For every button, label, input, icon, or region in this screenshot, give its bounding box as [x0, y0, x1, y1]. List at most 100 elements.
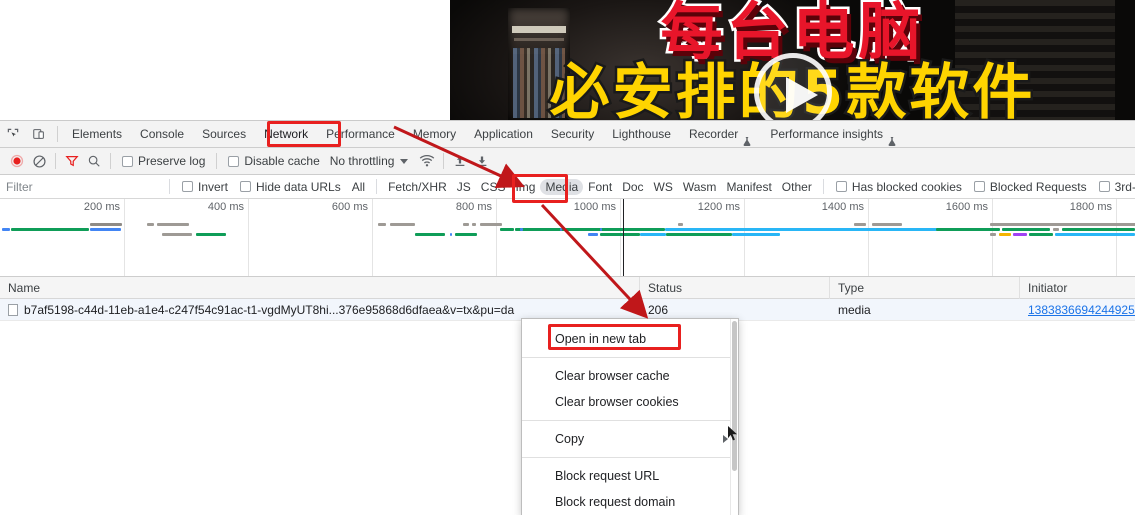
menu-item-copy[interactable]: Copy — [522, 426, 738, 452]
menu-item-block-request-url[interactable]: Block request URL — [522, 463, 738, 489]
tick-label-4: 1000 ms — [573, 201, 616, 213]
filter-type-doc[interactable]: Doc — [617, 179, 648, 195]
has-blocked-cookies-checkbox[interactable]: Has blocked cookies — [835, 179, 962, 194]
record-icon[interactable] — [6, 150, 28, 172]
tick-label-3: 800 ms — [455, 201, 492, 213]
tick-label-0: 200 ms — [83, 201, 120, 213]
filter-type-wasm[interactable]: Wasm — [678, 179, 722, 195]
cell-name-text: b7af5198-c44d-11eb-a1e4-c247f54c91ac-t1-… — [24, 302, 515, 317]
blocked-requests-box[interactable] — [973, 181, 985, 192]
filter-type-fetch-xhr[interactable]: Fetch/XHR — [383, 179, 452, 195]
hide-data-urls-checkbox[interactable]: Hide data URLs — [240, 180, 341, 194]
tab-elements-label: Elements — [72, 127, 123, 141]
wifi-icon[interactable] — [416, 150, 438, 172]
preserve-log-checkbox[interactable]: Preserve log — [122, 154, 205, 168]
tab-recorder[interactable]: Recorder — [680, 121, 761, 147]
network-filter-bar: Invert Hide data URLs All Fetch/XHR JS C… — [0, 175, 1135, 199]
tab-lighthouse[interactable]: Lighthouse — [603, 121, 680, 147]
cell-initiator[interactable]: 13838366942449254 — [1020, 299, 1135, 321]
filter-type-js[interactable]: JS — [452, 179, 476, 195]
chevron-down-icon — [400, 158, 409, 164]
tick-label-1: 400 ms — [207, 201, 244, 213]
cell-type: media — [838, 302, 871, 317]
blocked-requests-checkbox[interactable]: Blocked Requests — [973, 179, 1087, 194]
tab-application[interactable]: Application — [465, 121, 542, 147]
timeline-ruler: 200 ms 400 ms 600 ms 800 ms 1000 ms 1200… — [0, 199, 1135, 276]
third-party-requests-box[interactable] — [1098, 181, 1110, 192]
throttling-dropdown[interactable]: No throttling — [330, 154, 409, 168]
filter-type-img[interactable]: Img — [510, 179, 540, 195]
disable-cache-box[interactable] — [228, 155, 240, 167]
inspect-element-icon[interactable] — [0, 121, 26, 147]
preserve-log-label: Preserve log — [138, 154, 206, 168]
tab-console[interactable]: Console — [131, 121, 193, 147]
column-header-name[interactable]: Name — [0, 276, 640, 299]
tab-performance-insights-label: Performance insights — [770, 127, 884, 141]
filter-type-media[interactable]: Media — [540, 178, 584, 195]
menu-item-block-request-domain[interactable]: Block request domain — [522, 489, 738, 515]
column-header-status[interactable]: Status — [640, 276, 830, 299]
menu-separator-2 — [522, 420, 738, 421]
tab-security-label: Security — [550, 127, 595, 141]
filter-type-other[interactable]: Other — [777, 179, 817, 195]
tab-console-label: Console — [140, 127, 185, 141]
filter-type-all[interactable]: All — [347, 179, 370, 195]
filter-input[interactable] — [0, 175, 163, 198]
screenshot-root: 每台电脑 必安排的5款软件 Elements Console Sources N… — [0, 0, 1135, 515]
clear-icon[interactable] — [28, 150, 50, 172]
has-blocked-cookies-box[interactable] — [835, 181, 847, 192]
throttling-label: No throttling — [329, 154, 395, 168]
menu-separator-1 — [522, 357, 738, 358]
tab-sources[interactable]: Sources — [193, 121, 255, 147]
tab-recorder-label: Recorder — [688, 127, 739, 141]
tab-memory[interactable]: Memory — [404, 121, 465, 147]
tab-elements[interactable]: Elements — [63, 121, 131, 147]
tick-label-7: 1600 ms — [945, 201, 988, 213]
hide-data-urls-box[interactable] — [240, 181, 252, 192]
device-toolbar-icon[interactable] — [26, 121, 52, 147]
upload-icon[interactable] — [449, 150, 471, 172]
tab-application-label: Application — [474, 127, 533, 141]
context-menu[interactable]: Open in new tab Clear browser cache Clea… — [521, 318, 739, 515]
video-player[interactable]: 每台电脑 必安排的5款软件 — [450, 0, 1135, 120]
column-header-type[interactable]: Type — [830, 276, 1020, 299]
third-party-requests-checkbox[interactable]: 3rd-party r — [1098, 180, 1135, 194]
menu-item-clear-browser-cookies[interactable]: Clear browser cookies — [522, 389, 738, 415]
media-file-icon — [8, 303, 18, 316]
invert-box[interactable] — [182, 181, 193, 192]
disable-cache-checkbox[interactable]: Disable cache — [228, 154, 320, 168]
filter-type-css[interactable]: CSS — [476, 179, 511, 195]
tab-network[interactable]: Network — [255, 121, 317, 147]
filter-type-manifest[interactable]: Manifest — [721, 179, 776, 195]
download-icon[interactable] — [471, 150, 493, 172]
experiment-flask-icon — [742, 130, 752, 146]
context-menu-scrollbar[interactable] — [730, 319, 738, 515]
toolbar-divider-2 — [110, 153, 111, 169]
devtools-panel: Elements Console Sources Network Perform… — [0, 120, 1135, 515]
menu-item-open-in-new-tab[interactable]: Open in new tab — [522, 326, 738, 352]
disable-cache-label: Disable cache — [244, 154, 320, 168]
network-overview-timeline[interactable]: 200 ms 400 ms 600 ms 800 ms 1000 ms 1200… — [0, 199, 1135, 277]
network-request-table: Name Status Type Initiator b7af5198-c44d… — [0, 276, 1135, 321]
filter-type-font[interactable]: Font — [583, 179, 617, 195]
filter-icon[interactable] — [61, 150, 83, 172]
filterbar-divider-2 — [376, 179, 378, 194]
blocked-requests-label: Blocked Requests — [989, 179, 1087, 194]
filterbar-divider-3 — [822, 179, 824, 194]
preserve-log-box[interactable] — [122, 155, 133, 167]
menu-item-clear-browser-cache[interactable]: Clear browser cache — [522, 363, 738, 389]
search-icon[interactable] — [83, 150, 105, 172]
invert-checkbox[interactable]: Invert — [182, 180, 228, 194]
toolbar-divider-4 — [443, 153, 445, 169]
tab-security[interactable]: Security — [542, 121, 603, 147]
filter-type-ws[interactable]: WS — [649, 179, 678, 195]
tick-label-5: 1200 ms — [697, 201, 740, 213]
tab-performance[interactable]: Performance — [317, 121, 404, 147]
initiator-link[interactable]: 13838366942449254 — [1028, 303, 1135, 317]
column-header-initiator[interactable]: Initiator — [1020, 277, 1135, 299]
has-blocked-cookies-label: Has blocked cookies — [851, 179, 962, 194]
tab-network-label: Network — [264, 127, 309, 141]
tab-performance-insights[interactable]: Performance insights — [761, 121, 906, 147]
tick-label-2: 600 ms — [331, 201, 368, 213]
tabbar-divider — [57, 126, 58, 142]
